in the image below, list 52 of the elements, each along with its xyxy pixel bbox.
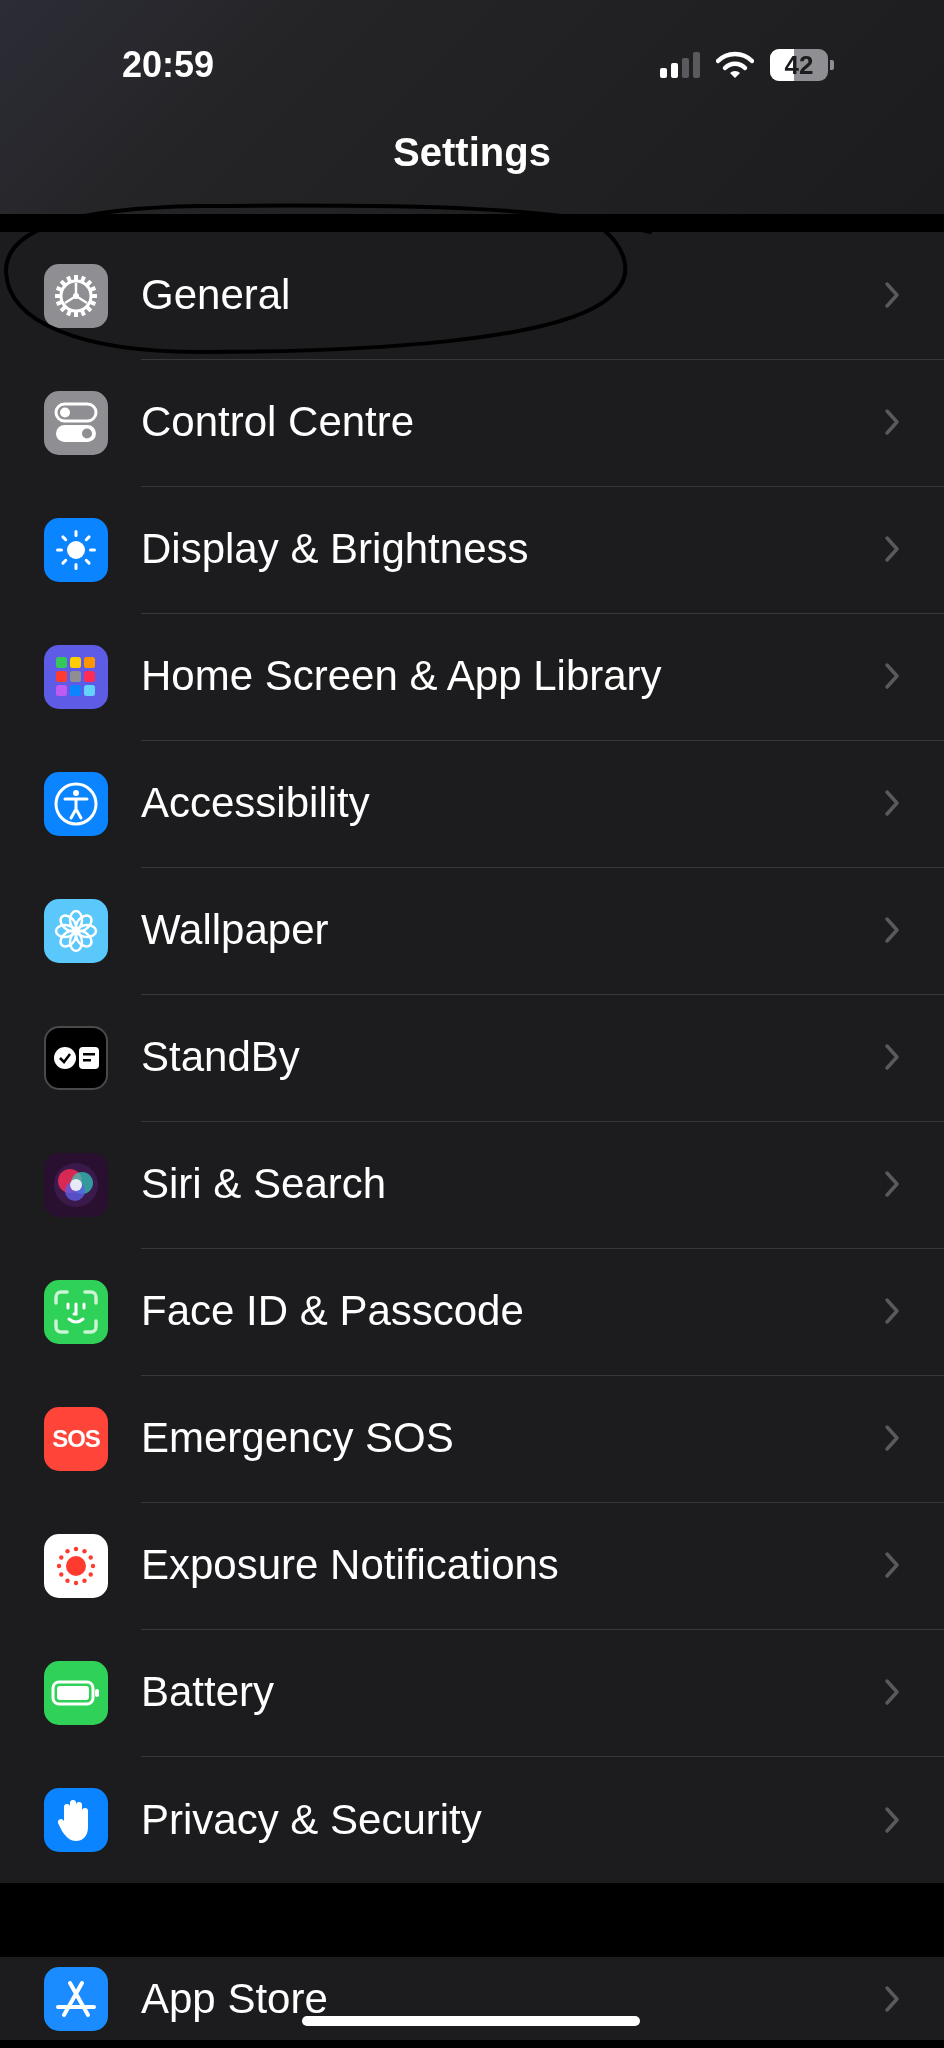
- row-label: App Store: [141, 1974, 328, 2023]
- row-label: Face ID & Passcode: [141, 1287, 524, 1335]
- settings-row[interactable]: Accessibility: [0, 740, 944, 867]
- settings-row[interactable]: Privacy & Security: [0, 1756, 944, 1883]
- chevron-icon: [884, 1678, 900, 1706]
- screen-title: Settings: [392, 130, 552, 175]
- row-label: Display & Brightness: [141, 525, 529, 573]
- chevron-icon: [884, 1424, 900, 1452]
- chevron-icon: [884, 408, 900, 436]
- row-label: Wallpaper: [141, 906, 329, 954]
- app-grid-icon: [56, 656, 96, 697]
- chevron-icon: [884, 789, 900, 817]
- chevron-icon: [884, 1551, 900, 1579]
- sos-icon-text: SOS: [52, 1424, 100, 1453]
- toggles-icon: [54, 400, 98, 445]
- settings-row[interactable]: Display & Brightness: [0, 486, 944, 613]
- row-label: Privacy & Security: [141, 1795, 482, 1844]
- chevron-icon: [884, 535, 900, 563]
- settings-row[interactable]: Exposure Notifications: [0, 1502, 944, 1629]
- row-label: Siri & Search: [141, 1160, 387, 1208]
- settings-row[interactable]: Control Centre: [0, 359, 944, 486]
- wifi-icon: [716, 51, 754, 79]
- row-label: Accessibility: [141, 779, 370, 827]
- chevron-icon: [884, 1170, 900, 1198]
- chevron-icon: [884, 1984, 900, 2013]
- chevron-icon: [884, 281, 900, 309]
- chevron-icon: [884, 662, 900, 690]
- row-label: General: [141, 271, 291, 319]
- row-label: Battery: [141, 1668, 275, 1716]
- settings-row[interactable]: General: [0, 232, 944, 359]
- clock-and-widget-icon: [53, 1044, 99, 1071]
- chevron-icon: [884, 1043, 900, 1071]
- chevron-icon: [884, 1805, 900, 1834]
- gear-icon: [53, 272, 99, 319]
- row-label: StandBy: [141, 1033, 300, 1081]
- cellular-signal-icon: [660, 52, 700, 78]
- row-label: Control Centre: [141, 398, 415, 446]
- row-label: Emergency SOS: [141, 1414, 454, 1462]
- battery-icon: [51, 1679, 101, 1706]
- settings-row[interactable]: Wallpaper: [0, 867, 944, 994]
- settings-row[interactable]: Battery: [0, 1629, 944, 1756]
- settings-row[interactable]: Home Screen & App Library: [0, 613, 944, 740]
- settings-row[interactable]: StandBy: [0, 994, 944, 1121]
- chevron-icon: [884, 916, 900, 944]
- settings-row[interactable]: SOS Emergency SOS: [0, 1375, 944, 1502]
- row-label: Home Screen & App Library: [141, 652, 662, 700]
- face-scan-frame-icon: [53, 1288, 99, 1335]
- status-time: 20:59: [122, 44, 215, 86]
- settings-row[interactable]: Siri & Search: [0, 1121, 944, 1248]
- settings-row[interactable]: Face ID & Passcode: [0, 1248, 944, 1375]
- chevron-icon: [884, 1297, 900, 1325]
- row-label: Exposure Notifications: [141, 1541, 559, 1589]
